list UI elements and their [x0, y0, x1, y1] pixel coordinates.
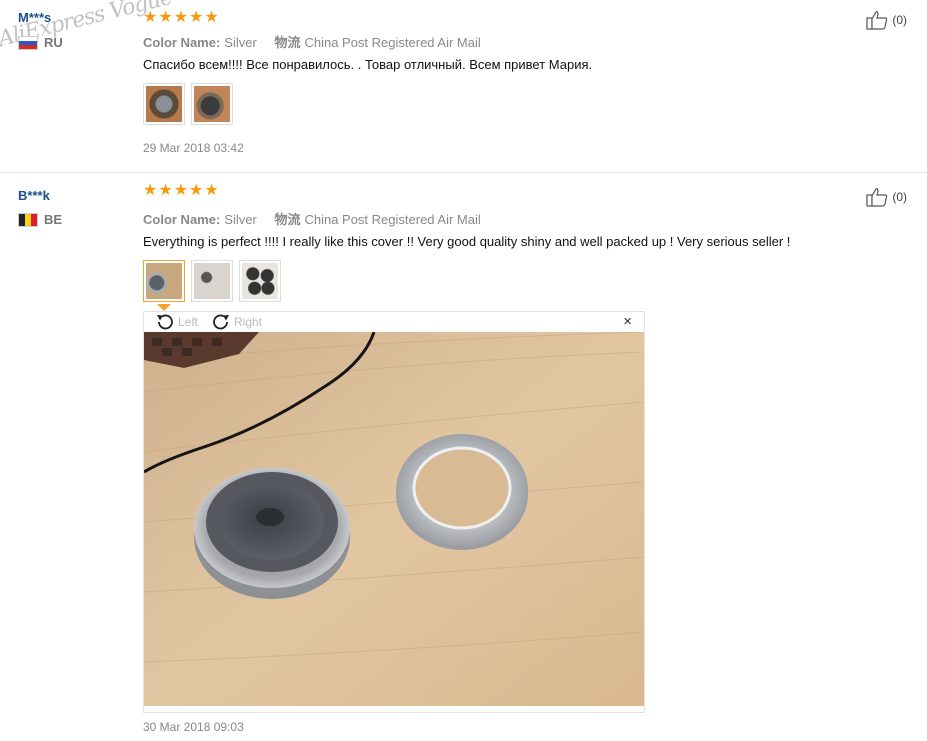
photo-thumbnail[interactable]: [239, 260, 281, 302]
photo-thumbnails: [143, 83, 233, 125]
product-photo-image: [144, 332, 644, 706]
star-icon: ★: [189, 9, 204, 26]
shipping-label: 物流: [274, 35, 301, 50]
review-date: 29 Mar 2018 03:42: [143, 141, 244, 155]
color-value: Silver: [224, 212, 257, 227]
country-code: RU: [44, 35, 63, 50]
review-text: Everything is perfect !!!! I really like…: [143, 234, 791, 249]
review-item: AliExpress Vogue M***s RU ★ ★ ★ ★ ★ Colo…: [0, 0, 927, 173]
thumbs-up-icon: [866, 11, 888, 30]
russia-flag-icon: [18, 35, 38, 50]
review-meta: Color Name: Silver 物流 China Post Registere…: [143, 209, 481, 228]
rotate-left-label: Left: [178, 315, 199, 329]
star-icon: ★: [173, 9, 189, 26]
reviewer-name: M***s: [18, 10, 52, 25]
helpful-count: (0): [892, 13, 907, 27]
belgium-flag-icon: [18, 212, 38, 227]
review-text: Спасибо всем!!!! Все понравилось. . Това…: [143, 57, 593, 72]
country-code: BE: [44, 212, 63, 227]
photo-thumbnails: [143, 260, 281, 302]
reviewer-name: B***k: [18, 188, 50, 203]
color-label: Color Name:: [143, 35, 221, 50]
image-viewer: Left Right ×: [143, 311, 645, 713]
helpful-button[interactable]: (0): [866, 10, 907, 30]
helpful-button[interactable]: (0): [866, 187, 907, 207]
star-icon: ★: [204, 9, 219, 26]
review-meta: Color Name: Silver 物流 China Post Registere…: [143, 32, 481, 51]
reviewer: B***k: [18, 187, 50, 205]
review-photo: [144, 332, 644, 706]
photo-thumbnail[interactable]: [191, 83, 233, 125]
star-rating: ★ ★ ★ ★ ★: [143, 10, 219, 26]
thumbs-up-icon: [866, 188, 888, 207]
rotate-right-button[interactable]: Right: [210, 313, 262, 331]
star-icon: ★: [158, 9, 173, 26]
photo-thumbnail[interactable]: [191, 260, 233, 302]
color-value: Silver: [224, 35, 257, 50]
rotate-left-button[interactable]: Left: [154, 313, 198, 331]
close-icon[interactable]: ×: [623, 314, 632, 330]
review-date: 30 Mar 2018 09:03: [143, 720, 244, 734]
rotate-right-icon: [213, 314, 229, 330]
photo-thumbnail-active[interactable]: [143, 260, 185, 302]
star-icon: ★: [158, 182, 173, 199]
helpful-count: (0): [892, 190, 907, 204]
photo-thumbnail[interactable]: [143, 83, 185, 125]
star-rating: ★ ★ ★ ★ ★: [143, 183, 219, 199]
star-icon: ★: [143, 182, 158, 199]
rotate-right-label: Right: [234, 315, 263, 329]
reviewer-country: RU: [18, 35, 63, 50]
reviewer-country: BE: [18, 212, 62, 227]
thumbnail-pointer: [157, 304, 171, 311]
star-icon: ★: [143, 9, 158, 26]
reviewer: M***s: [18, 9, 51, 27]
shipping-value: China Post Registered Air Mail: [304, 212, 481, 227]
shipping-label: 物流: [274, 212, 301, 227]
rotate-left-icon: [157, 314, 173, 330]
star-icon: ★: [189, 182, 204, 199]
color-label: Color Name:: [143, 212, 221, 227]
star-icon: ★: [173, 182, 189, 199]
shipping-value: China Post Registered Air Mail: [304, 35, 481, 50]
star-icon: ★: [204, 182, 219, 199]
viewer-toolbar: Left Right ×: [144, 312, 644, 332]
